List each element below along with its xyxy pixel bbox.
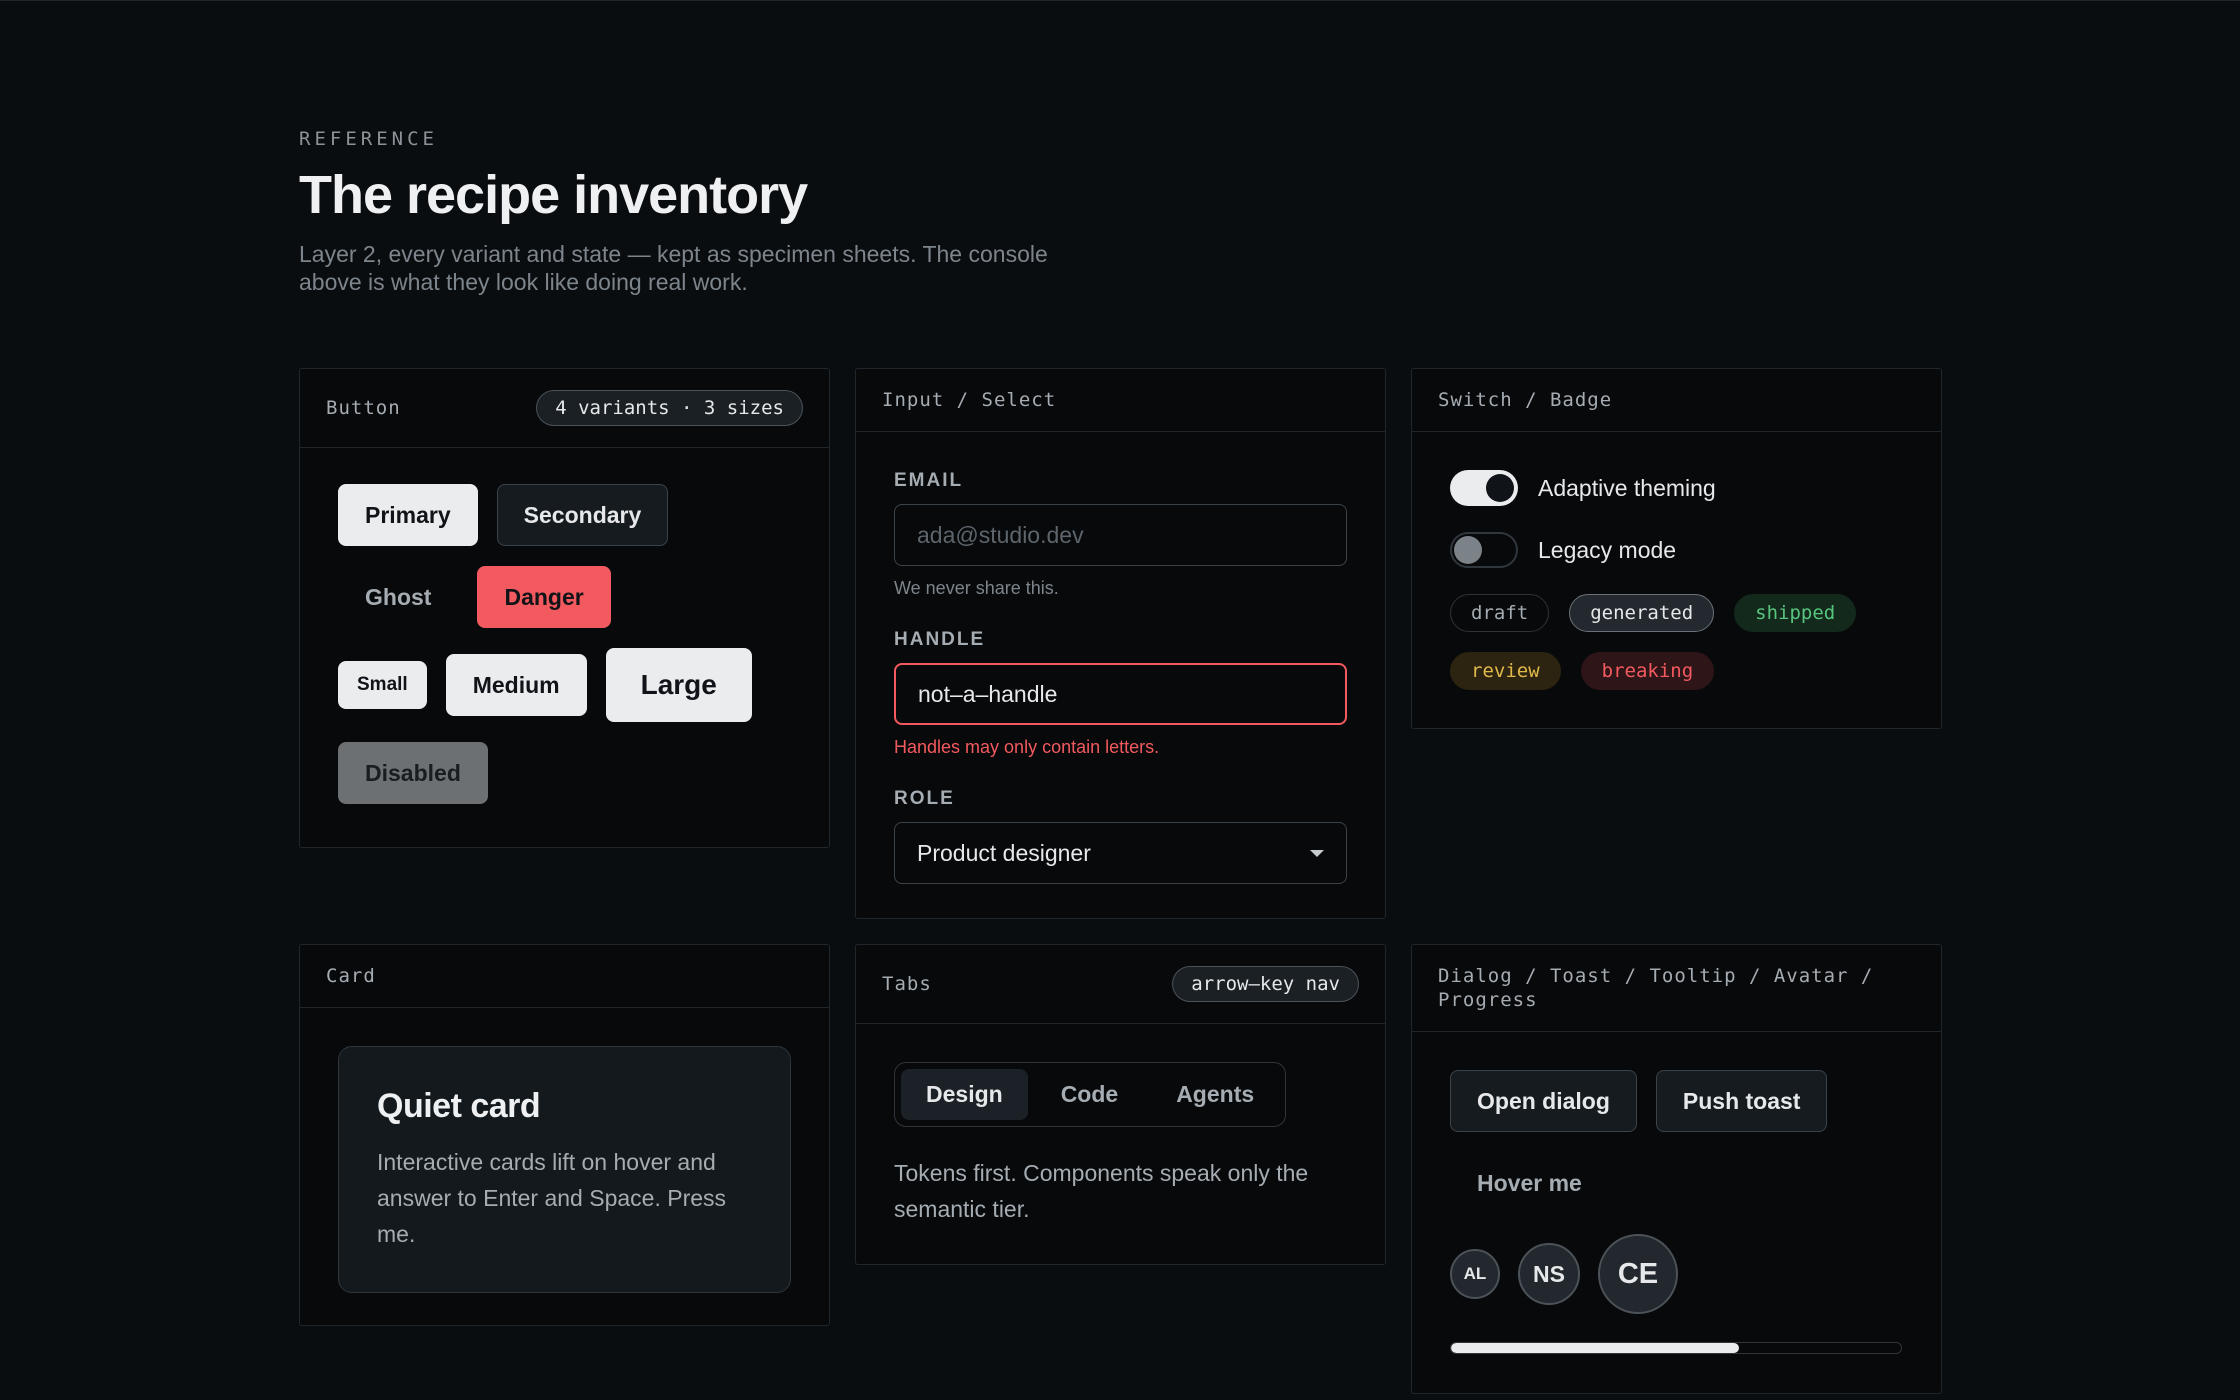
input-panel-body: EMAIL ada@studio.dev We never share this… bbox=[856, 432, 1385, 922]
danger-button[interactable]: Danger bbox=[477, 566, 611, 628]
switch-knob bbox=[1486, 474, 1514, 502]
overlay-panel-body: Open dialog Push toast Hover me AL NS CE bbox=[1412, 1032, 1941, 1392]
size-row: Small Medium Large bbox=[338, 648, 791, 722]
button-panel-header: Button 4 variants · 3 sizes bbox=[300, 369, 829, 448]
handle-error: Handles may only contain letters. bbox=[894, 737, 1160, 757]
variants-pill: 4 variants · 3 sizes bbox=[536, 390, 803, 426]
tabs-panel-title: Tabs bbox=[882, 973, 932, 995]
tabs-panel-header: Tabs arrow–key nav bbox=[856, 945, 1385, 1024]
small-button[interactable]: Small bbox=[338, 661, 427, 709]
progress-fill bbox=[1451, 1343, 1739, 1353]
card-panel-title: Card bbox=[326, 965, 376, 987]
handle-field[interactable]: not–a–handle bbox=[894, 663, 1347, 725]
button-panel-title: Button bbox=[326, 397, 401, 419]
handle-label: HANDLE bbox=[894, 629, 986, 650]
disabled-row: Disabled bbox=[338, 742, 791, 804]
large-button[interactable]: Large bbox=[605, 648, 752, 722]
button-panel: Button 4 variants · 3 sizes Primary Seco… bbox=[299, 368, 830, 848]
card-panel-header: Card bbox=[300, 945, 829, 1008]
switch-panel: Switch / Badge Adaptive theming Legacy m… bbox=[1411, 368, 1942, 729]
tabs-panel-body: Design Code Agents Tokens first. Compone… bbox=[856, 1024, 1385, 1265]
tab-list: Design Code Agents bbox=[894, 1062, 1287, 1127]
quiet-card[interactable]: Quiet card Interactive cards lift on hov… bbox=[338, 1046, 791, 1293]
avatar-ce: CE bbox=[1598, 1234, 1678, 1314]
secondary-button[interactable]: Secondary bbox=[496, 484, 669, 546]
review-badge: review bbox=[1450, 652, 1561, 690]
quiet-card-body: Interactive cards lift on hover and answ… bbox=[377, 1149, 727, 1247]
card-panel-body: Quiet card Interactive cards lift on hov… bbox=[300, 1008, 829, 1331]
primary-button[interactable]: Primary bbox=[338, 484, 478, 546]
overlay-panel-header: Dialog / Toast / Tooltip / Avatar / Prog… bbox=[1412, 945, 1941, 1032]
arrow-key-nav-pill: arrow–key nav bbox=[1172, 966, 1359, 1002]
switch-knob bbox=[1454, 536, 1482, 564]
role-label: ROLE bbox=[894, 788, 955, 809]
hover-me-button[interactable]: Hover me bbox=[1450, 1152, 1609, 1214]
legacy-mode-label: Legacy mode bbox=[1538, 536, 1677, 563]
page-eyebrow: REFERENCE bbox=[299, 128, 438, 150]
email-hint: We never share this. bbox=[894, 578, 1059, 598]
adaptive-theming-switch[interactable] bbox=[1450, 470, 1518, 506]
page-subtitle: Layer 2, every variant and state — kept … bbox=[299, 241, 1048, 295]
disabled-button: Disabled bbox=[338, 742, 488, 804]
role-select[interactable]: Product designer bbox=[894, 822, 1347, 884]
overlay-panel-title: Dialog / Toast / Tooltip / Avatar / Prog… bbox=[1438, 965, 1874, 1011]
adaptive-theming-label: Adaptive theming bbox=[1538, 474, 1716, 501]
tab-panel-content: Tokens first. Components speak only the … bbox=[894, 1160, 1309, 1222]
button-panel-body: Primary Secondary Ghost Danger Small Med… bbox=[300, 448, 829, 862]
push-toast-button[interactable]: Push toast bbox=[1655, 1070, 1828, 1132]
switch-panel-body: Adaptive theming Legacy mode draft gener… bbox=[1412, 432, 1941, 728]
legacy-mode-switch[interactable] bbox=[1450, 532, 1518, 568]
legacy-mode-row: Legacy mode bbox=[1450, 532, 1903, 568]
email-label: EMAIL bbox=[894, 470, 964, 491]
chevron-down-icon bbox=[1310, 849, 1324, 857]
tooltip-row: Hover me bbox=[1450, 1152, 1903, 1214]
ghost-button[interactable]: Ghost bbox=[338, 566, 458, 628]
avatar-ns: NS bbox=[1518, 1243, 1580, 1305]
avatar-row: AL NS CE bbox=[1450, 1234, 1903, 1314]
variant-row-1: Primary Secondary bbox=[338, 484, 791, 546]
overlay-panel: Dialog / Toast / Tooltip / Avatar / Prog… bbox=[1411, 944, 1942, 1394]
input-panel-title: Input / Select bbox=[882, 389, 1057, 411]
generated-badge: generated bbox=[1569, 594, 1715, 632]
card-panel: Card Quiet card Interactive cards lift o… bbox=[299, 944, 830, 1326]
variant-row-2: Ghost Danger bbox=[338, 566, 791, 628]
progress-bar bbox=[1450, 1342, 1902, 1354]
role-select-value: Product designer bbox=[917, 839, 1091, 866]
adaptive-theming-row: Adaptive theming bbox=[1450, 470, 1903, 506]
open-dialog-button[interactable]: Open dialog bbox=[1450, 1070, 1637, 1132]
quiet-card-title: Quiet card bbox=[377, 1087, 541, 1125]
shipped-badge: shipped bbox=[1734, 594, 1857, 632]
avatar-al: AL bbox=[1450, 1249, 1500, 1299]
tabs-panel: Tabs arrow–key nav Design Code Agents To… bbox=[855, 944, 1386, 1265]
breaking-badge: breaking bbox=[1580, 652, 1715, 690]
email-field[interactable]: ada@studio.dev bbox=[894, 504, 1347, 566]
medium-button[interactable]: Medium bbox=[445, 654, 587, 716]
overlay-button-row: Open dialog Push toast bbox=[1450, 1070, 1903, 1132]
tab-code[interactable]: Code bbox=[1036, 1069, 1144, 1120]
page-title: The recipe inventory bbox=[299, 165, 808, 225]
tab-agents[interactable]: Agents bbox=[1151, 1069, 1279, 1120]
switch-panel-header: Switch / Badge bbox=[1412, 369, 1941, 432]
draft-badge: draft bbox=[1450, 594, 1550, 632]
input-panel-header: Input / Select bbox=[856, 369, 1385, 432]
tab-design[interactable]: Design bbox=[901, 1069, 1028, 1120]
input-panel: Input / Select EMAIL ada@studio.dev We n… bbox=[855, 368, 1386, 919]
badge-list: draft generated shipped review breaking bbox=[1450, 594, 1900, 690]
switch-panel-title: Switch / Badge bbox=[1438, 389, 1613, 411]
